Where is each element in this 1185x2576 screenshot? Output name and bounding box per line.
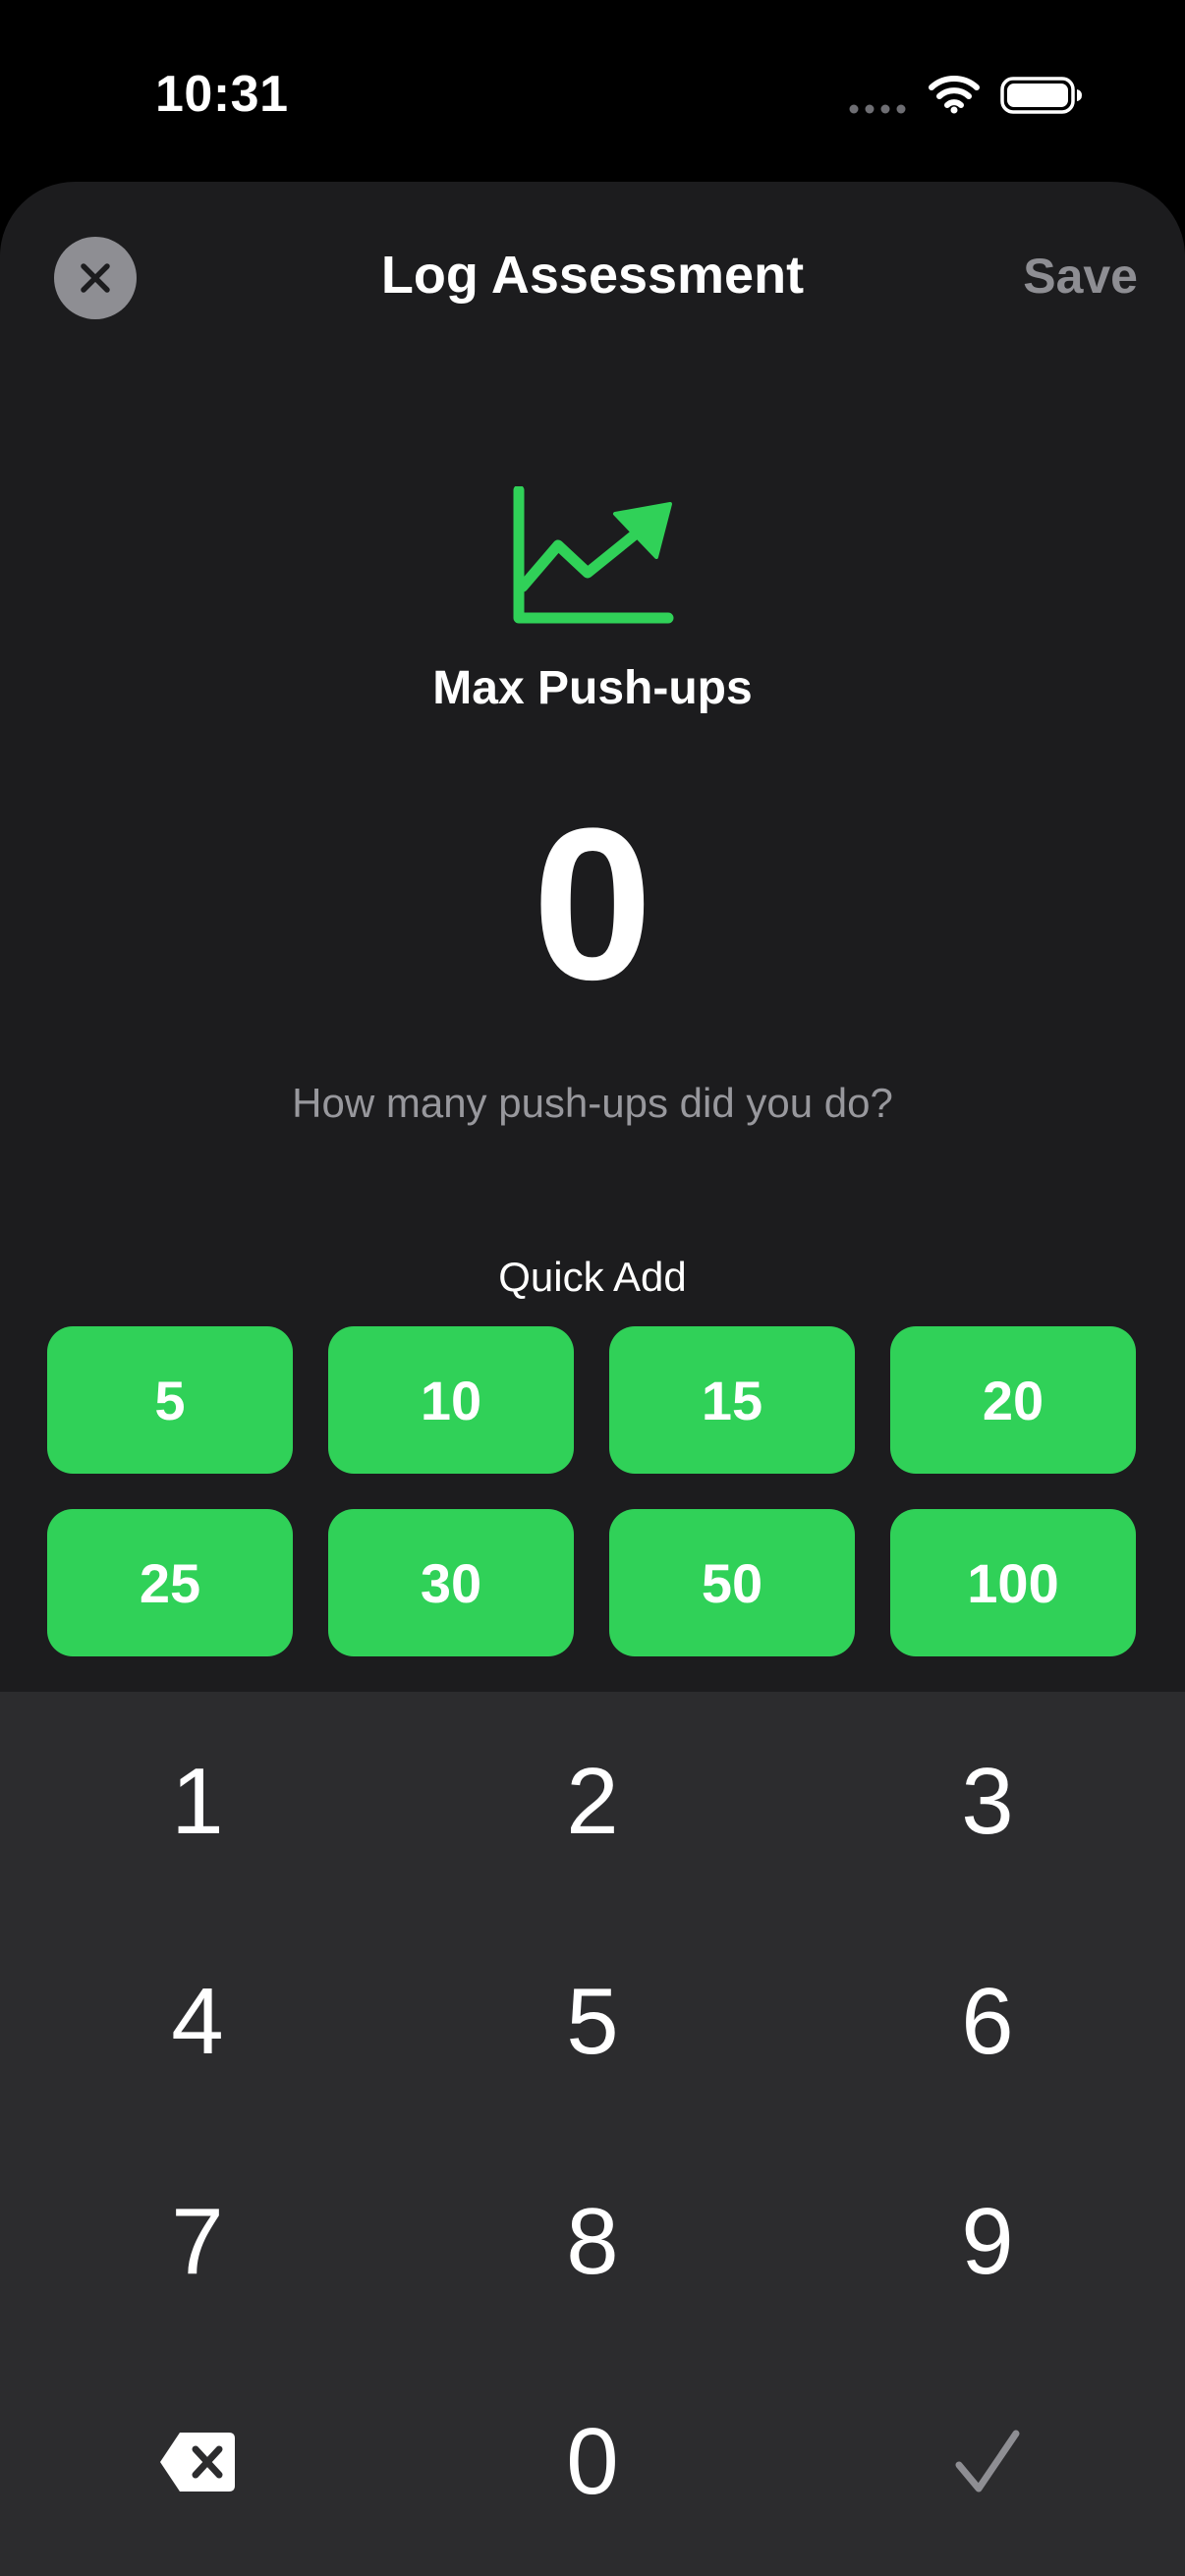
quick-add-button[interactable]: 20	[890, 1326, 1136, 1474]
keypad-key[interactable]: 2	[395, 1692, 790, 1912]
keypad-key[interactable]: 1	[0, 1692, 395, 1912]
quick-add-button[interactable]: 15	[609, 1326, 855, 1474]
keypad-key[interactable]: 3	[790, 1692, 1185, 1912]
wifi-icon	[929, 76, 980, 114]
quick-add-grid: 5 10 15 20 25 30 50 100	[47, 1326, 1138, 1656]
screen: 10:31 Log Assessment Save Max Push-ups 0…	[0, 0, 1185, 2576]
keypad-key[interactable]: 4	[0, 1912, 395, 2132]
number-keypad: 1 2 3 4 5 6 7 8 9 0	[0, 1692, 1185, 2576]
save-button[interactable]: Save	[1023, 248, 1138, 305]
keypad-key[interactable]: 8	[395, 2132, 790, 2352]
delete-key[interactable]	[0, 2352, 395, 2572]
confirm-key[interactable]	[790, 2352, 1185, 2572]
nav-bar: Log Assessment Save	[0, 182, 1185, 378]
quick-add-button[interactable]: 30	[328, 1509, 574, 1656]
quick-add-button[interactable]: 5	[47, 1326, 293, 1474]
status-bar: 10:31	[0, 0, 1185, 182]
quick-add-button[interactable]: 25	[47, 1509, 293, 1656]
quick-add-label: Quick Add	[498, 1254, 687, 1300]
chart-trend-icon	[513, 486, 674, 624]
keypad-key[interactable]: 0	[395, 2352, 790, 2572]
quick-add-button[interactable]: 10	[328, 1326, 574, 1474]
keypad-key[interactable]: 7	[0, 2132, 395, 2352]
quick-add-button[interactable]: 100	[890, 1509, 1136, 1656]
cellular-signal-icon	[849, 104, 906, 114]
keypad-key[interactable]: 9	[790, 2132, 1185, 2352]
prompt-text: How many push-ups did you do?	[292, 1080, 893, 1126]
status-time: 10:31	[155, 66, 289, 123]
keypad-key[interactable]: 5	[395, 1912, 790, 2132]
page-title: Log Assessment	[380, 246, 805, 305]
value-display: 0	[532, 783, 653, 1025]
quick-add-button[interactable]: 50	[609, 1509, 855, 1656]
delete-backspace-icon	[160, 2433, 235, 2492]
battery-icon	[1000, 77, 1082, 114]
checkmark-icon	[955, 2430, 1020, 2492]
keypad-key[interactable]: 6	[790, 1912, 1185, 2132]
exercise-name: Max Push-ups	[432, 662, 753, 714]
